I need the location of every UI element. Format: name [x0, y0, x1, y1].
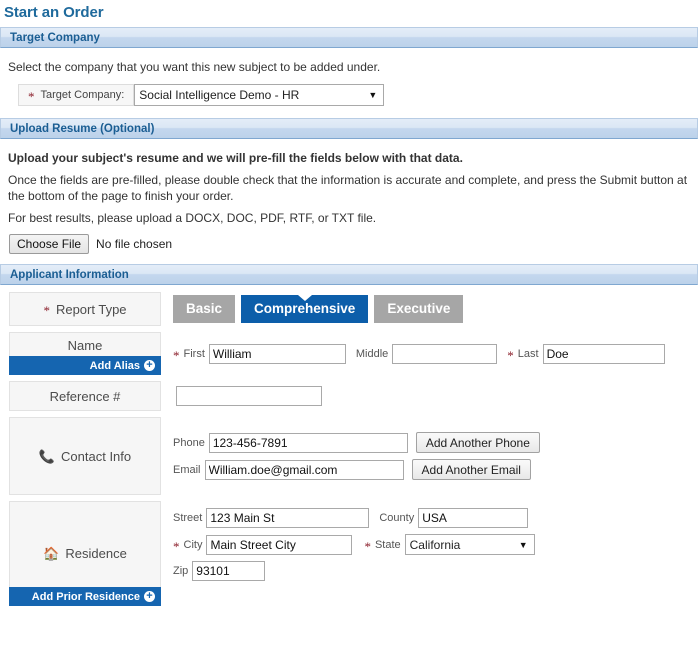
state-select[interactable]: California — [404, 534, 535, 555]
name-field-row: * First Middle * Last — [173, 343, 698, 364]
tab-basic[interactable]: Basic — [173, 295, 236, 323]
residence-fields: Street County * City * State California … — [161, 501, 698, 606]
state-select-wrap: California ▼ — [404, 534, 535, 555]
row-contact-info: 📞 Contact Info Phone Add Another Phone E… — [0, 417, 698, 495]
contact-fields: Phone Add Another Phone Email Add Anothe… — [161, 417, 698, 495]
city-label: City — [183, 538, 203, 551]
report-type-tabs: Basic Comprehensive Executive — [173, 295, 698, 323]
add-alias-label: Add Alias — [89, 359, 140, 372]
zip-input[interactable] — [192, 561, 266, 581]
county-input[interactable] — [418, 508, 529, 528]
city-state-row: * City * State California ▼ — [173, 534, 698, 555]
target-company-row: * Target Company: Social Intelligence De… — [0, 78, 698, 110]
email-label: Email — [173, 463, 201, 476]
reference-label: Reference # — [49, 388, 121, 404]
target-company-body: Select the company that you want this ne… — [0, 48, 698, 118]
label-report-type: * Report Type — [9, 292, 161, 326]
upload-resume-line1: Upload your subject's resume and we will… — [8, 151, 463, 165]
tab-comprehensive[interactable]: Comprehensive — [241, 295, 369, 323]
add-prior-residence-label: Add Prior Residence — [31, 590, 140, 603]
target-company-select-wrap: Social Intelligence Demo - HR ▼ — [134, 84, 385, 106]
zip-row: Zip — [173, 561, 698, 581]
add-another-email-button[interactable]: Add Another Email — [411, 459, 531, 480]
resume-file-row: Choose File No file chosen — [0, 229, 698, 256]
label-contact-info: 📞 Contact Info — [9, 417, 161, 495]
middle-name-input[interactable] — [392, 343, 498, 364]
label-reference: Reference # — [9, 381, 161, 411]
email-row: Email Add Another Email — [173, 459, 698, 480]
row-report-type: * Report Type Basic Comprehensive Execut… — [0, 292, 698, 326]
phone-label: Phone — [173, 436, 205, 449]
plus-circle-icon: + — [144, 591, 155, 602]
zip-label: Zip — [173, 565, 189, 577]
add-alias-button[interactable]: Add Alias + — [9, 356, 161, 375]
target-company-select[interactable]: Social Intelligence Demo - HR — [134, 84, 385, 106]
phone-row: Phone Add Another Phone — [173, 432, 698, 453]
middle-name-label: Middle — [355, 347, 389, 360]
city-input[interactable] — [206, 534, 353, 555]
upload-resume-body: Upload your subject's resume and we will… — [0, 139, 698, 264]
row-reference: Reference # — [0, 381, 698, 411]
choose-file-button[interactable]: Choose File — [9, 234, 90, 254]
target-company-instruction: Select the company that you want this ne… — [8, 60, 381, 74]
report-type-fields: Basic Comprehensive Executive — [161, 292, 698, 326]
add-another-phone-button[interactable]: Add Another Phone — [415, 432, 540, 453]
section-header-target-company: Target Company — [0, 27, 698, 48]
section-header-upload-resume: Upload Resume (Optional) — [0, 118, 698, 139]
target-company-label-box: * Target Company: — [18, 84, 135, 106]
county-label: County — [379, 512, 415, 524]
home-icon: 🏠 — [43, 546, 60, 561]
required-asterisk-icon: * — [28, 89, 35, 104]
add-prior-residence-button[interactable]: Add Prior Residence + — [9, 587, 161, 606]
email-input[interactable] — [204, 459, 404, 480]
state-label: State — [374, 538, 401, 551]
file-status-text: No file chosen — [96, 237, 173, 251]
reference-fields — [161, 381, 698, 411]
phone-input[interactable] — [208, 432, 408, 453]
plus-circle-icon: + — [144, 360, 155, 371]
required-asterisk-icon: * — [364, 538, 371, 554]
row-residence: 🏠 Residence Add Prior Residence + Street… — [0, 501, 698, 606]
row-name: Name Add Alias + * First Middle * Last — [0, 332, 698, 375]
contact-info-label: Contact Info — [61, 448, 132, 464]
applicant-information-body: * Report Type Basic Comprehensive Execut… — [0, 285, 698, 606]
reference-field-row — [173, 386, 698, 406]
last-name-input[interactable] — [542, 343, 665, 364]
street-input[interactable] — [206, 508, 370, 528]
report-type-label: Report Type — [55, 301, 127, 317]
first-name-input[interactable] — [208, 343, 346, 364]
street-label: Street — [173, 512, 203, 524]
page-title: Start an Order — [4, 4, 104, 21]
reference-input[interactable] — [176, 386, 322, 406]
name-fields: * First Middle * Last — [161, 332, 698, 375]
tab-executive[interactable]: Executive — [374, 295, 464, 323]
upload-resume-line3: For best results, please upload a DOCX, … — [8, 211, 377, 225]
last-name-label: Last — [517, 347, 539, 360]
target-company-label: Target Company: — [40, 89, 125, 101]
section-header-applicant-information: Applicant Information — [0, 264, 698, 285]
residence-label: Residence — [65, 546, 127, 561]
required-asterisk-icon: * — [507, 347, 514, 363]
label-residence: 🏠 Residence Add Prior Residence + — [9, 501, 161, 606]
first-name-label: First — [183, 347, 205, 360]
name-label: Name — [67, 338, 103, 353]
upload-resume-line2: Once the fields are pre-filled, please d… — [8, 173, 688, 203]
required-asterisk-icon: * — [173, 347, 180, 363]
label-name: Name Add Alias + — [9, 332, 161, 375]
required-asterisk-icon: * — [173, 538, 180, 554]
street-county-row: Street County — [173, 508, 698, 528]
required-asterisk-icon: * — [43, 303, 50, 318]
phone-icon: 📞 — [38, 448, 56, 464]
